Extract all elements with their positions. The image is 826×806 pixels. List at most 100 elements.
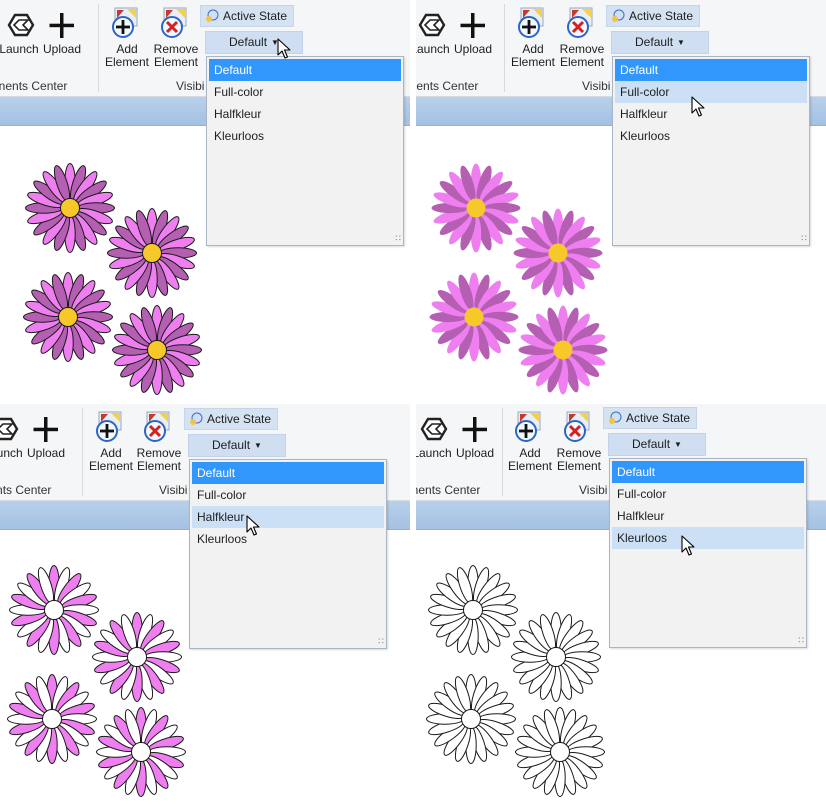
launch-icon bbox=[418, 13, 446, 37]
group-label-visibility: Visibi bbox=[579, 483, 608, 497]
active-state-label: Active State bbox=[223, 9, 288, 23]
flower bbox=[112, 305, 202, 395]
dropdown-option-halfkleur[interactable]: Halfkleur bbox=[612, 505, 804, 527]
launch-button[interactable]: Launch bbox=[0, 10, 40, 56]
mouse-cursor-icon bbox=[246, 515, 260, 536]
dropdown-option-default[interactable]: Default bbox=[192, 462, 384, 484]
panel-default-state: Launch Upload Components Center Add Elem… bbox=[0, 0, 410, 400]
upload-button[interactable]: Upload bbox=[453, 414, 497, 460]
add-element-label-2: Element bbox=[104, 55, 150, 69]
flower bbox=[515, 707, 605, 797]
resize-grip-icon[interactable]: ∷ bbox=[798, 635, 804, 646]
group-label-visibility: Visibi bbox=[582, 79, 611, 93]
active-state-button[interactable]: Active State bbox=[184, 408, 279, 430]
state-combobox[interactable]: Default ▼ bbox=[608, 433, 706, 456]
remove-element-button[interactable]: Remove Element bbox=[559, 6, 605, 69]
state-combobox[interactable]: Default ▼ bbox=[188, 434, 286, 457]
upload-button[interactable]: Upload bbox=[24, 414, 68, 460]
dropdown-option-default[interactable]: Default bbox=[615, 59, 807, 81]
remove-element-label-2: Element bbox=[559, 55, 605, 69]
group-label-visibility: Visibi bbox=[159, 483, 188, 497]
flower-center bbox=[466, 198, 486, 218]
remove-element-icon bbox=[161, 7, 187, 38]
panel-kleurloos-hover: Launch Upload Components Center Add Elem… bbox=[416, 404, 826, 804]
active-state-button[interactable]: Active State bbox=[603, 407, 698, 429]
state-combobox-value: Default bbox=[635, 35, 674, 49]
dropdown-arrow-icon: ▼ bbox=[254, 441, 262, 450]
upload-button[interactable]: Upload bbox=[451, 10, 495, 56]
dropdown-option-default[interactable]: Default bbox=[209, 59, 401, 81]
add-element-label-2: Element bbox=[510, 55, 556, 69]
upload-button[interactable]: Upload bbox=[40, 10, 84, 56]
add-element-button[interactable]: Add Element bbox=[510, 6, 556, 69]
add-element-button[interactable]: Add Element bbox=[507, 410, 553, 473]
add-element-button[interactable]: Add Element bbox=[104, 6, 150, 69]
active-state-button[interactable]: Active State bbox=[606, 5, 701, 27]
resize-grip-icon[interactable]: ∷ bbox=[395, 233, 401, 244]
flower-center bbox=[463, 600, 483, 620]
remove-element-icon bbox=[567, 7, 593, 38]
resize-grip-icon[interactable]: ∷ bbox=[378, 636, 384, 647]
remove-element-button[interactable]: Remove Element bbox=[136, 410, 182, 473]
active-state-icon bbox=[190, 412, 203, 425]
active-state-button[interactable]: Active State bbox=[200, 5, 295, 27]
flower-center bbox=[131, 742, 151, 762]
dropdown-option-full-color[interactable]: Full-color bbox=[612, 483, 804, 505]
plus-icon bbox=[33, 417, 58, 442]
group-label-visibility: Visibi bbox=[176, 79, 205, 93]
launch-icon bbox=[0, 417, 19, 441]
flower-center bbox=[60, 198, 80, 218]
active-state-icon bbox=[206, 9, 219, 22]
remove-element-button[interactable]: Remove Element bbox=[153, 6, 199, 69]
flower-center bbox=[461, 709, 481, 729]
state-combobox-value: Default bbox=[632, 437, 671, 451]
dropdown-option-full-color[interactable]: Full-color bbox=[192, 484, 384, 506]
dropdown-option-kleurloos[interactable]: Kleurloos bbox=[209, 125, 401, 147]
flower-center bbox=[464, 307, 484, 327]
add-element-label-2: Element bbox=[88, 459, 134, 473]
resize-grip-icon[interactable]: ∷ bbox=[801, 233, 807, 244]
add-element-button[interactable]: Add Element bbox=[88, 410, 134, 473]
upload-label: Upload bbox=[42, 42, 82, 56]
dropdown-option-default[interactable]: Default bbox=[612, 461, 804, 483]
mouse-cursor-icon bbox=[691, 96, 705, 117]
dropdown-option-full-color[interactable]: Full-color bbox=[615, 81, 807, 103]
state-combobox[interactable]: Default ▼ bbox=[611, 31, 709, 54]
active-state-label: Active State bbox=[629, 9, 694, 23]
dropdown-option-kleurloos[interactable]: Kleurloos bbox=[612, 527, 804, 549]
state-combobox-value: Default bbox=[229, 35, 268, 49]
mouse-cursor-icon bbox=[277, 38, 291, 59]
upload-label: Upload bbox=[455, 446, 495, 460]
dropdown-option-halfkleur[interactable]: Halfkleur bbox=[209, 103, 401, 125]
dropdown-arrow-icon: ▼ bbox=[677, 38, 685, 47]
flower bbox=[25, 163, 115, 253]
flower-center bbox=[548, 243, 568, 263]
ribbon-separator bbox=[502, 408, 503, 496]
active-state-label: Active State bbox=[626, 411, 691, 425]
dropdown-option-kleurloos[interactable]: Kleurloos bbox=[615, 125, 807, 147]
dropdown-option-full-color[interactable]: Full-color bbox=[209, 81, 401, 103]
dropdown-option-kleurloos[interactable]: Kleurloos bbox=[192, 528, 384, 550]
flower-center bbox=[553, 340, 573, 360]
launch-button[interactable]: Launch bbox=[0, 414, 24, 460]
dropdown-option-halfkleur[interactable]: Halfkleur bbox=[192, 506, 384, 528]
dropdown-arrow-icon: ▼ bbox=[674, 440, 682, 449]
remove-element-button[interactable]: Remove Element bbox=[556, 410, 602, 473]
add-element-label-2: Element bbox=[507, 459, 553, 473]
flower-center bbox=[147, 340, 167, 360]
group-label-components-center: Components Center bbox=[416, 79, 479, 93]
plus-icon bbox=[460, 13, 485, 38]
flower bbox=[431, 163, 521, 253]
flower bbox=[96, 707, 186, 797]
flower bbox=[513, 208, 603, 298]
launch-button[interactable]: Launch bbox=[416, 414, 453, 460]
flower bbox=[23, 272, 113, 362]
plus-icon bbox=[462, 417, 487, 442]
launch-icon bbox=[420, 417, 448, 441]
state-dropdown-list: Default Full-color Halfkleur Kleurloos ∷ bbox=[612, 56, 810, 246]
flower bbox=[429, 272, 519, 362]
dropdown-option-halfkleur[interactable]: Halfkleur bbox=[615, 103, 807, 125]
active-state-icon bbox=[612, 9, 625, 22]
launch-button[interactable]: Launch bbox=[416, 10, 451, 56]
ribbon-separator bbox=[504, 4, 505, 92]
